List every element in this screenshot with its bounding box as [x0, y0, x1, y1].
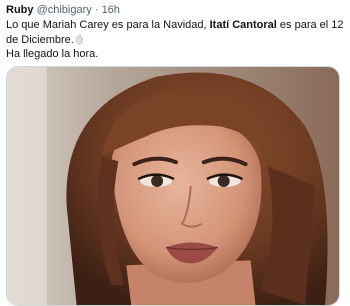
separator-dot: ·	[94, 4, 99, 16]
tweet-header: Ruby @chibigary · 16h	[6, 3, 120, 17]
tweet-text: Lo que Mariah Carey es para la Navidad, …	[6, 18, 344, 62]
tweet-line-1: Lo que Mariah Carey es para la Navidad, …	[6, 18, 344, 47]
user-handle[interactable]: @chibigary	[37, 4, 92, 16]
tweet-timestamp[interactable]: 16h	[102, 4, 120, 16]
tweet-media-image[interactable]	[6, 66, 340, 306]
hand-icon	[75, 33, 84, 44]
tweet[interactable]: Ruby @chibigary · 16h Lo que Mariah Care…	[0, 0, 350, 306]
mention-name: Itatí Cantoral	[209, 19, 277, 31]
tweet-line-2: Ha llegado la hora.	[6, 48, 99, 60]
tweet-text-prefix: Lo que Mariah Carey es para la Navidad,	[6, 19, 210, 31]
display-name[interactable]: Ruby	[6, 4, 34, 16]
portrait-image	[7, 67, 339, 305]
